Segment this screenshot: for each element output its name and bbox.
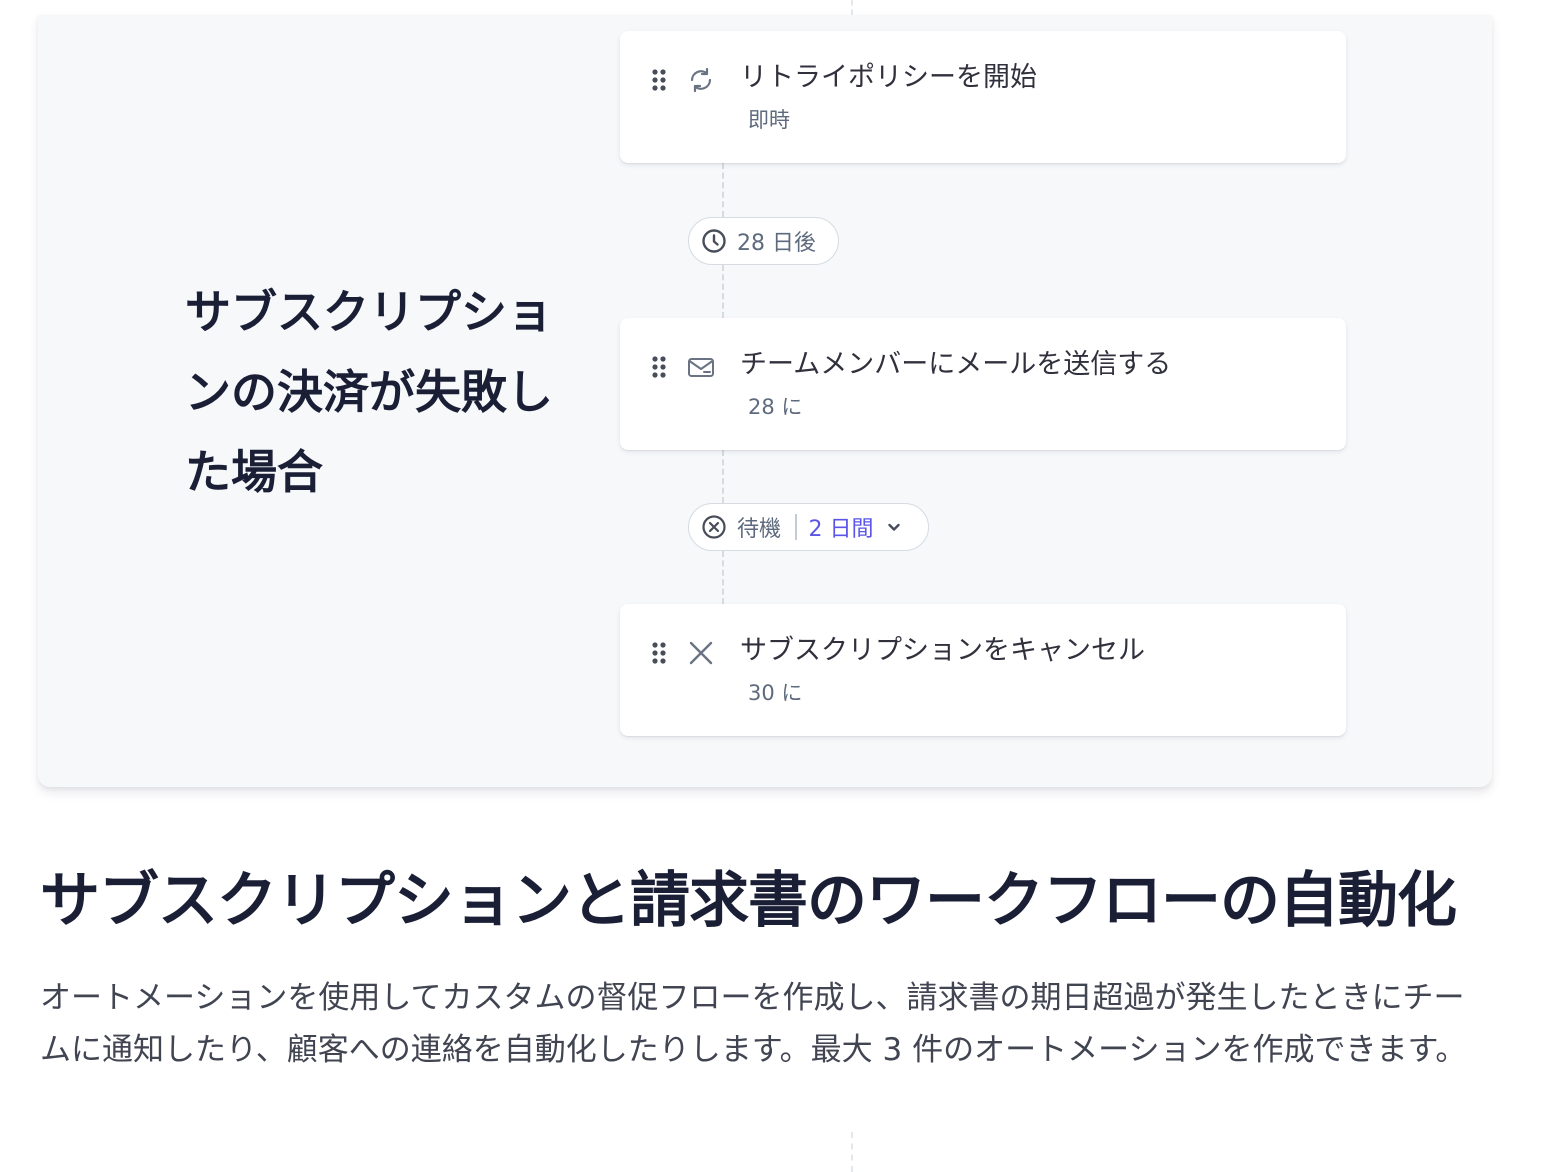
drag-handle-icon[interactable] — [650, 354, 668, 380]
step-timing: 28 に — [748, 395, 803, 419]
scenario-title: サブスクリプションの決済が失敗した場合 — [185, 285, 553, 499]
section-description: オートメーションを使用してカスタムの督促フローを作成し、請求書の期日超過が発生し… — [40, 980, 1467, 1068]
delay-label: 28 日後 — [737, 231, 816, 256]
wait-value[interactable]: 2 日間 — [809, 511, 874, 543]
wait-label: 待機 — [737, 517, 782, 542]
connector-line — [722, 450, 724, 503]
drag-handle-icon[interactable] — [650, 67, 668, 93]
step-timing: 30 に — [748, 681, 803, 705]
connector-line — [722, 163, 724, 217]
cancel-circle-icon — [702, 515, 726, 539]
workflow-step-card[interactable]: チームメンバーにメールを送信する 28 に — [620, 318, 1346, 450]
chevron-down-icon[interactable] — [886, 519, 902, 535]
page: サブスクリプションの決済が失敗した場合 リトライポリシーを開始 即時 28 日後 — [0, 0, 1550, 1172]
divider — [795, 514, 797, 540]
clock-icon — [702, 229, 726, 253]
workflow-step-card[interactable]: サブスクリプションをキャンセル 30 に — [620, 604, 1346, 736]
close-icon — [689, 641, 713, 665]
delay-badge: 28 日後 — [688, 217, 839, 265]
step-title: サブスクリプションをキャンセル — [740, 635, 1145, 666]
connector-line — [722, 551, 724, 604]
mail-icon — [688, 358, 714, 377]
wait-duration-dropdown[interactable]: 待機 2 日間 — [688, 503, 929, 551]
refresh-icon — [690, 67, 712, 93]
step-title: チームメンバーにメールを送信する — [740, 349, 1172, 380]
drag-handle-icon[interactable] — [650, 640, 668, 666]
bottom-guide-line — [851, 1132, 853, 1172]
top-guide-line — [851, 0, 853, 15]
step-title: リトライポリシーを開始 — [740, 62, 1037, 93]
workflow-step-card[interactable]: リトライポリシーを開始 即時 — [620, 31, 1346, 163]
step-timing: 即時 — [748, 108, 790, 132]
connector-line — [722, 265, 724, 318]
section-heading: サブスクリプションと請求書のワークフローの自動化 — [40, 866, 1457, 936]
